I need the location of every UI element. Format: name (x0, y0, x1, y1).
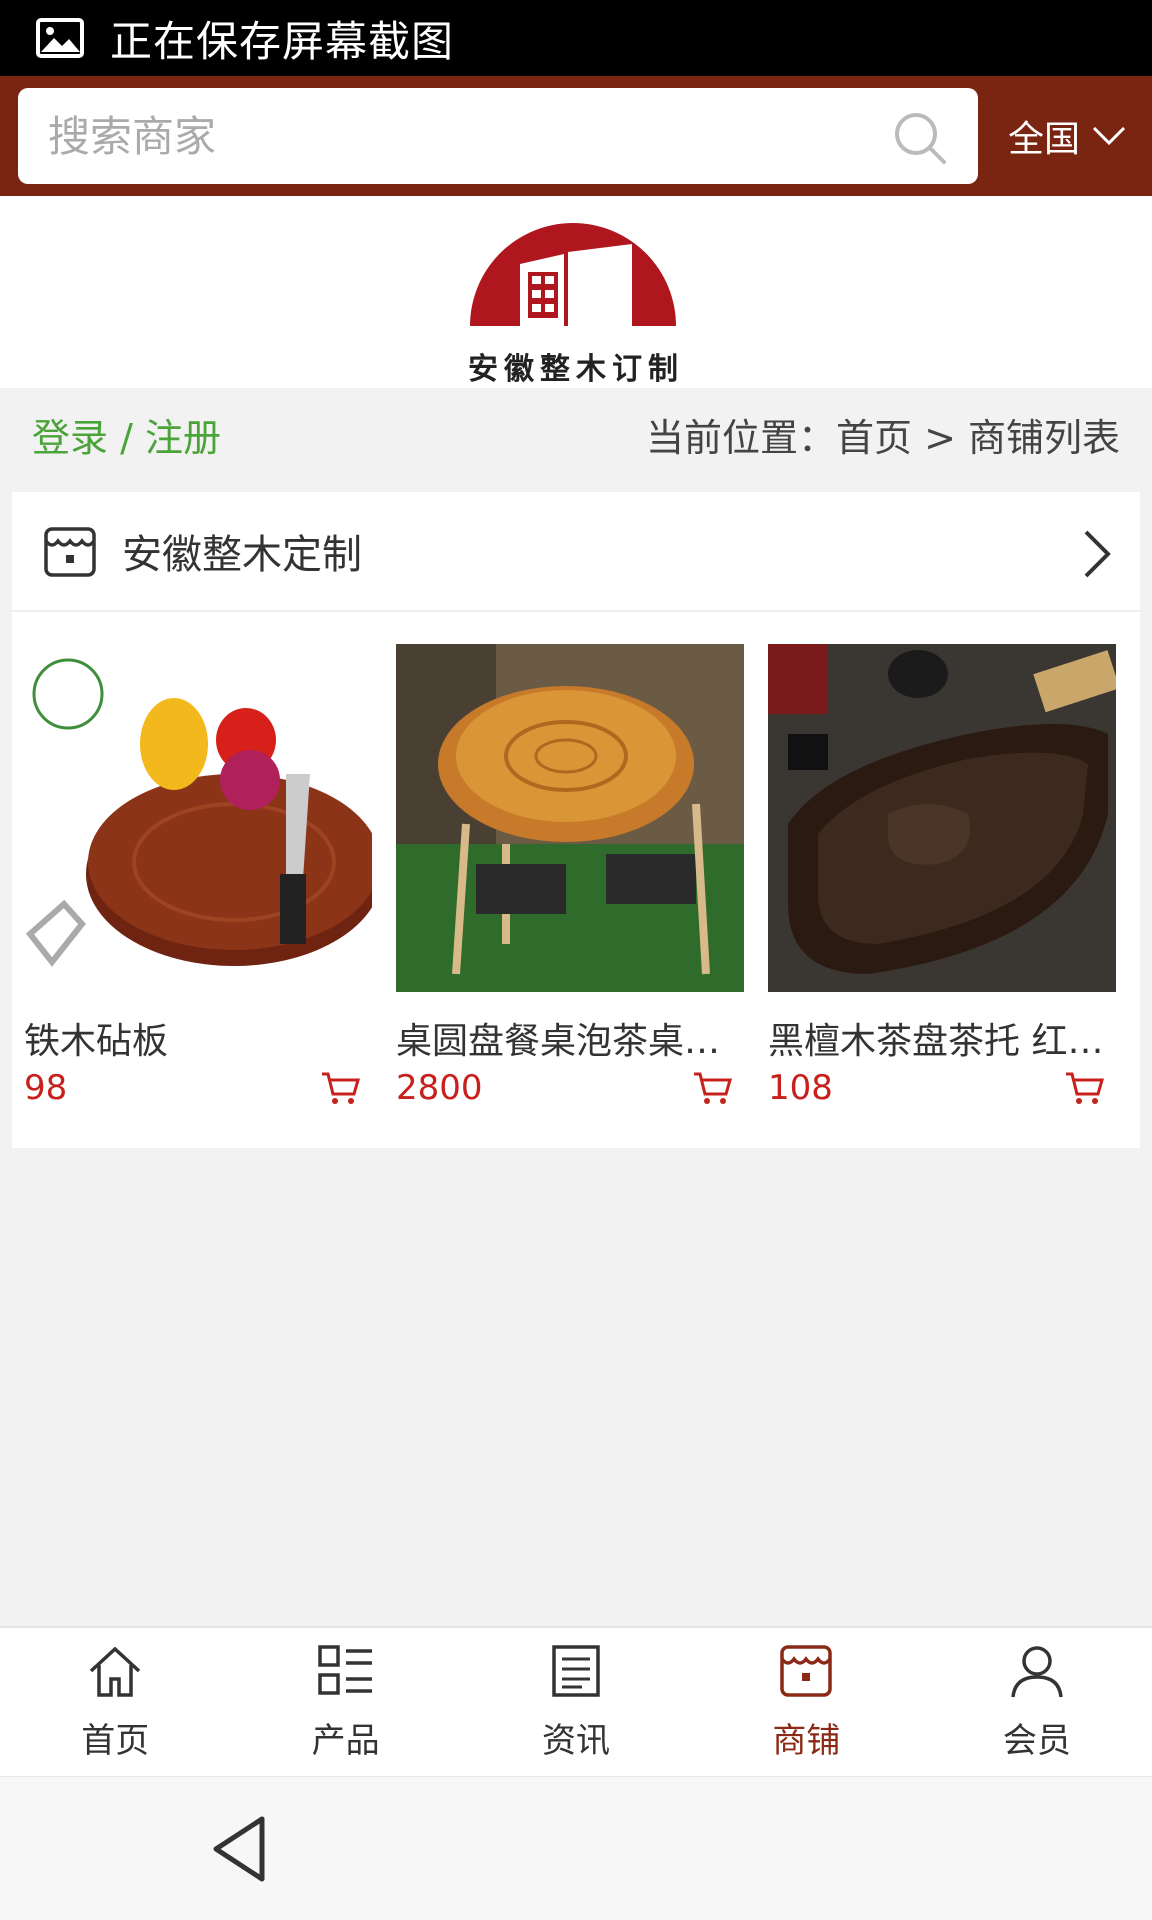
nav-label: 产品 (311, 1720, 380, 1761)
product-image-cutting-board[interactable] (24, 644, 382, 992)
product-price: 98 (24, 1068, 68, 1108)
breadcrumb: 当前位置：首页 > 商铺列表 (646, 415, 1120, 460)
logo-text: 安徽整木订制 (468, 352, 684, 387)
login-register-link[interactable]: 登录 / 注册 (32, 407, 221, 462)
status-bar: 正在保存屏幕截图 (0, 0, 1152, 76)
product-card[interactable]: 桌圆盘餐桌泡茶桌… 2800 (396, 644, 744, 1112)
product-list: 铁木砧板 98 桌圆盘餐桌泡茶桌… 2800 黑檀木茶盘茶托 红… 108 (12, 644, 1140, 1112)
search-icon[interactable] (892, 110, 948, 166)
store-icon (44, 527, 96, 577)
product-card[interactable]: 铁木砧板 98 (24, 644, 382, 1112)
product-name[interactable]: 桌圆盘餐桌泡茶桌… (396, 1012, 744, 1060)
product-name[interactable]: 铁木砧板 (24, 1012, 372, 1060)
nav-label: 会员 (1002, 1720, 1071, 1761)
cart-icon[interactable] (320, 1070, 360, 1106)
product-image-table[interactable] (396, 644, 744, 992)
chevron-down-icon (1092, 126, 1126, 146)
price-row: 2800 (396, 1064, 744, 1112)
user-icon (1011, 1645, 1063, 1697)
product-name[interactable]: 黑檀木茶盘茶托 红… (768, 1012, 1116, 1060)
cart-icon[interactable] (1064, 1070, 1104, 1106)
region-selector[interactable]: 全国 (1008, 76, 1126, 196)
nav-item-products[interactable]: 产品 (230, 1628, 460, 1776)
price-row: 108 (768, 1064, 1116, 1112)
search-box[interactable] (18, 88, 978, 184)
product-card[interactable]: 黑檀木茶盘茶托 红… 108 (768, 644, 1120, 1112)
nav-item-home[interactable]: 首页 (0, 1628, 230, 1776)
product-image-tea-tray[interactable] (768, 644, 1120, 992)
product-price: 108 (768, 1068, 833, 1108)
chevron-right-icon (1084, 530, 1111, 578)
nav-item-news[interactable]: 资讯 (461, 1628, 691, 1776)
system-nav-bar (0, 1776, 1152, 1920)
nav-label: 商铺 (772, 1720, 841, 1761)
nav-label: 资讯 (542, 1720, 611, 1761)
price-row: 98 (24, 1064, 372, 1112)
logo-mark[interactable] (468, 206, 678, 326)
bottom-nav: 首页 产品 资讯 商铺 会员 (0, 1626, 1152, 1776)
nav-label: 首页 (81, 1720, 150, 1761)
back-icon[interactable] (210, 1815, 270, 1883)
nav-item-member[interactable]: 会员 (922, 1628, 1152, 1776)
breadcrumb-row: 登录 / 注册 当前位置：首页 > 商铺列表 (0, 388, 1152, 480)
store-icon (780, 1644, 833, 1697)
news-icon (552, 1644, 600, 1697)
nav-item-shops[interactable]: 商铺 (691, 1628, 921, 1776)
logo-area: 安徽整木订制 (0, 196, 1152, 388)
search-input[interactable] (48, 111, 848, 161)
product-price: 2800 (396, 1068, 483, 1108)
grid-list-icon (317, 1644, 372, 1695)
shop-header[interactable]: 安徽整木定制 (12, 492, 1140, 612)
shop-card: 安徽整木定制 铁木砧板 98 桌圆盘餐桌泡茶桌… 2800 黑檀木茶盘茶托 红…… (12, 492, 1140, 1148)
status-text: 正在保存屏幕截图 (110, 16, 455, 66)
region-label: 全国 (1008, 119, 1081, 160)
header: 全国 (0, 76, 1152, 196)
image-icon (36, 18, 84, 58)
cart-icon[interactable] (692, 1070, 732, 1106)
shop-name: 安徽整木定制 (122, 532, 362, 578)
home-icon (90, 1646, 141, 1697)
